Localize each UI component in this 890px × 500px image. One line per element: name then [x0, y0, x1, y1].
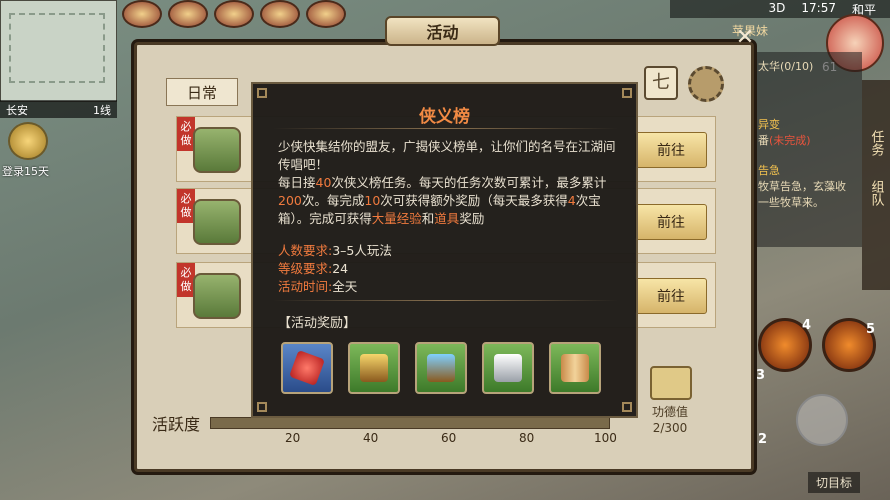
city-name: 长安: [6, 104, 28, 117]
quest-text: 牧草告急，玄藻收一些牧草来。: [758, 180, 846, 209]
gear-icon[interactable]: [688, 66, 724, 102]
scroll-icon: [193, 127, 241, 173]
close-icon[interactable]: ✕: [734, 27, 756, 49]
reward-title: 【活动奖励】: [278, 316, 357, 331]
activity-label: 活跃度: [152, 415, 201, 434]
quest-line: 番(未完成): [758, 134, 811, 147]
quest-title: 异变: [758, 118, 780, 131]
skill-count: 4: [802, 318, 812, 333]
merit-icon[interactable]: [650, 366, 692, 400]
tab-team[interactable]: 组队: [867, 180, 886, 206]
coins-icon: [193, 273, 241, 319]
go-button[interactable]: 前往: [635, 132, 707, 168]
top-activity-icons: [122, 0, 392, 30]
progress-ticks: 20 40 60 80 100: [270, 431, 630, 447]
go-button[interactable]: 前往: [635, 204, 707, 240]
blue-chest-icon[interactable]: [415, 342, 467, 394]
activity-detail-modal: 侠义榜 少侠快集结你的盟友，广揭侠义榜单，让你们的名号在江湖间传唱吧！ 每日接4…: [251, 82, 638, 418]
tick-label: 60: [441, 431, 457, 445]
modal-title: 侠义榜: [419, 107, 470, 127]
joystick-button[interactable]: [796, 394, 848, 446]
event-icon[interactable]: [306, 0, 346, 28]
line-name: 1线: [93, 104, 111, 117]
minimap[interactable]: [0, 0, 117, 102]
tab-daily[interactable]: 日常: [166, 78, 238, 106]
modal-description: 少侠快集结你的盟友，广揭侠义榜单，让你们的名号在江湖间传唱吧！ 每日接40次侠义…: [278, 139, 616, 226]
requirements: 人数要求:3–5人玩法 等级要求:24 活动时间:全天: [278, 243, 392, 294]
event-icon[interactable]: [168, 0, 208, 28]
gold-chest-icon[interactable]: [348, 342, 400, 394]
go-button[interactable]: 前往: [635, 278, 707, 314]
skill-count: 2: [758, 432, 768, 447]
skill-count: 5: [866, 322, 876, 337]
activity-progress-bar: [210, 417, 610, 429]
event-icon[interactable]: [122, 0, 162, 28]
quest-title: 告急: [758, 164, 780, 177]
tick-label: 40: [363, 431, 379, 445]
login-days: 登录15天: [2, 165, 49, 178]
merit-label: 功德值 2/300: [652, 405, 689, 435]
event-icon[interactable]: [260, 0, 300, 28]
switch-target-button[interactable]: 切目标: [808, 472, 861, 493]
calendar-icon[interactable]: 七: [644, 66, 678, 100]
side-tabs: 任务 组队: [862, 80, 890, 290]
event-icon[interactable]: [214, 0, 254, 28]
merit-value: 2/300: [652, 421, 688, 435]
scroll-icon[interactable]: [549, 342, 601, 394]
tick-label: 100: [594, 431, 617, 445]
reward-list: [281, 342, 601, 394]
quest-header: 太华(0/10): [758, 60, 814, 73]
skill-count: 3: [756, 368, 766, 383]
tab-quest[interactable]: 任务: [867, 130, 886, 156]
clock: 17:57: [801, 1, 836, 15]
gold-ingot-icon[interactable]: [8, 122, 48, 160]
tick-label: 80: [519, 431, 535, 445]
network-label: 3D: [768, 1, 786, 15]
red-gem-icon[interactable]: [281, 342, 333, 394]
tick-label: 20: [285, 431, 301, 445]
quest-tracker[interactable]: 太华(0/10) 异变 番(未完成) 告急 牧草告急，玄藻收一些牧草来。: [752, 52, 862, 247]
window-title: 活动: [385, 16, 500, 46]
exp-icon: [193, 199, 241, 245]
minimap-location: 长安 1线: [0, 100, 117, 118]
silver-ingot-icon[interactable]: [482, 342, 534, 394]
